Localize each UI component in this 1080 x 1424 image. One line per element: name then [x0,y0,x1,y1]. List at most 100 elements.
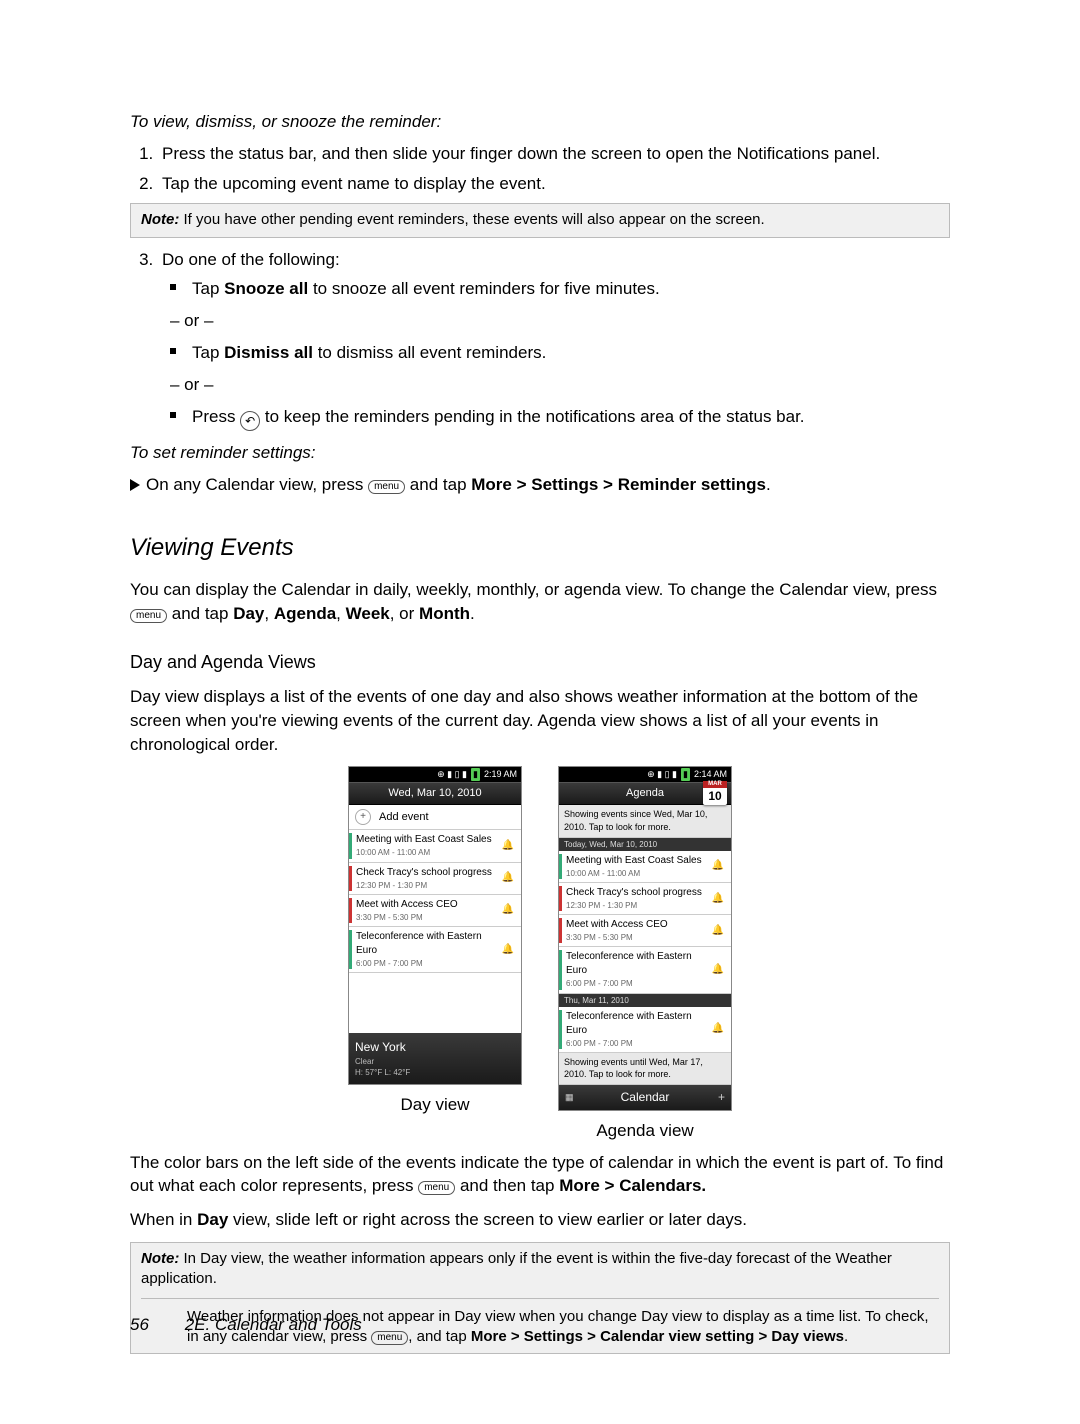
step-2: Tap the upcoming event name to display t… [158,172,950,196]
event-time: 6:00 PM - 7:00 PM [566,1038,709,1049]
txt: view, slide left or right across the scr… [228,1210,747,1229]
event-row[interactable]: Teleconference with Eastern Euro6:00 PM … [349,927,521,973]
event-row[interactable]: Teleconference with Eastern Euro6:00 PM … [559,1007,731,1053]
status-bar: ⊕ ▮ ▯ ▮ ▮ 2:14 AM [559,767,731,782]
signal-icon: ⊕ ▮ ▯ ▮ [437,768,467,781]
agenda-bottom-msg[interactable]: Showing events until Wed, Mar 17, 2010. … [559,1053,731,1085]
bell-icon: 🔔 [709,1022,727,1036]
event-title: Teleconference with Eastern Euro [356,930,499,958]
agenda-footer: ▦ Calendar + [559,1085,731,1110]
bell-icon: 🔔 [499,943,517,957]
bell-icon: 🔔 [499,839,517,853]
pointer-icon [130,479,140,491]
bold: Month [419,604,470,623]
bell-icon: 🔔 [709,963,727,977]
event-title: Check Tracy's school progress [356,866,499,880]
bold: More [559,1176,600,1195]
event-row[interactable]: Meet with Access CEO3:30 PM - 5:30 PM🔔 [349,895,521,927]
divider [141,1298,939,1299]
note2-line1: In Day view, the weather information app… [141,1250,892,1287]
bullet-dismiss: Tap Dismiss all to dismiss all event rem… [188,341,950,365]
time: 2:19 AM [484,768,517,781]
day-separator-today: Today, Wed, Mar 10, 2010 [559,838,731,851]
screenshots-container: ⊕ ▮ ▯ ▮ ▮ 2:19 AM Wed, Mar 10, 2010 + Ad… [130,766,950,1142]
bold: More [471,1328,507,1345]
txt: and tap [405,475,471,494]
bold: > [598,475,617,494]
txt: , [336,604,345,623]
bold: Week [346,604,390,623]
color-bar [349,866,352,891]
event-time: 10:00 AM - 11:00 AM [566,868,709,879]
menu-icon: menu [371,1331,408,1345]
event-time: 12:30 PM - 1:30 PM [566,900,709,911]
empty-space [349,973,521,1033]
txt: When in [130,1210,197,1229]
bold: > [583,1328,600,1345]
add-event-row[interactable]: + Add event [349,805,521,830]
bullet-press-back: Press ↶ to keep the reminders pending in… [188,405,950,431]
or-1: – or – [170,309,950,333]
event-row[interactable]: Teleconference with Eastern Euro6:00 PM … [559,947,731,993]
plus-icon: + [355,809,371,825]
bold: Calendar view setting [600,1328,754,1345]
event-row[interactable]: Check Tracy's school progress12:30 PM - … [349,863,521,895]
txt: , or [390,604,419,623]
color-bar [349,930,352,969]
calendar-icon[interactable]: ▦ [565,1091,573,1104]
event-title: Teleconference with Eastern Euro [566,950,709,978]
event-row[interactable]: Meeting with East Coast Sales10:00 AM - … [559,851,731,883]
note-label: Note: [141,1250,179,1267]
time: 2:14 AM [694,768,727,781]
date-badge: MAR 10 [703,781,727,805]
agenda-top-msg[interactable]: Showing events since Wed, Mar 10, 2010. … [559,805,731,837]
txt: to dismiss all event reminders. [313,343,546,362]
step3-text: Do one of the following: [162,250,340,269]
color-bar [559,854,562,879]
step-3: Do one of the following: Tap Snooze all … [158,248,950,431]
txt: Tap [192,279,224,298]
chapter-title: 2E. Calendar and Tools [185,1315,362,1334]
txt: . [844,1328,848,1345]
color-bar [559,918,562,943]
bullet-snooze: Tap Snooze all to snooze all event remin… [188,277,950,301]
bold: Calendars. [619,1176,706,1195]
event-title: Meet with Access CEO [566,918,709,932]
bold: > [512,475,531,494]
sub-bullets: Tap Dismiss all to dismiss all event rem… [162,341,950,365]
note-box-1: Note: If you have other pending event re… [130,203,950,237]
footer-label: Calendar [621,1089,670,1106]
event-row[interactable]: Meeting with East Coast Sales10:00 AM - … [349,830,521,862]
bell-icon: 🔔 [709,924,727,938]
txt: to snooze all event reminders for five m… [308,279,660,298]
bold: Settings [531,475,598,494]
txt: . [470,604,475,623]
bell-icon: 🔔 [709,892,727,906]
agenda-view-label: Agenda view [596,1119,693,1143]
or-2: – or – [170,373,950,397]
ordered-steps: Press the status bar, and then slide you… [130,142,950,196]
txt: , and tap [408,1328,471,1345]
sub-bullets: Tap Snooze all to snooze all event remin… [162,277,950,301]
event-title: Meeting with East Coast Sales [566,854,709,868]
day-separator-thu: Thu, Mar 11, 2010 [559,994,731,1007]
color-bars-paragraph: The color bars on the left side of the e… [130,1151,950,1199]
event-time: 6:00 PM - 7:00 PM [566,978,709,989]
step-1: Press the status bar, and then slide you… [158,142,950,166]
sub-heading: Day and Agenda Views [130,650,950,675]
task-heading-1: To view, dismiss, or snooze the reminder… [130,110,950,134]
titlebar: Wed, Mar 10, 2010 [349,782,521,805]
page-footer: 56 2E. Calendar and Tools [130,1313,362,1337]
bell-icon: 🔔 [499,871,517,885]
event-time: 3:30 PM - 5:30 PM [566,932,709,943]
event-row[interactable]: Check Tracy's school progress12:30 PM - … [559,883,731,915]
add-icon[interactable]: + [718,1089,725,1106]
title-text: Agenda [626,786,664,801]
event-row[interactable]: Meet with Access CEO3:30 PM - 5:30 PM🔔 [559,915,731,947]
event-time: 12:30 PM - 1:30 PM [356,880,499,891]
color-bar [559,1010,562,1049]
back-icon: ↶ [240,411,260,431]
txt: to keep the reminders pending in the not… [260,407,804,426]
txt: and tap [167,604,233,623]
event-title: Meet with Access CEO [356,898,499,912]
